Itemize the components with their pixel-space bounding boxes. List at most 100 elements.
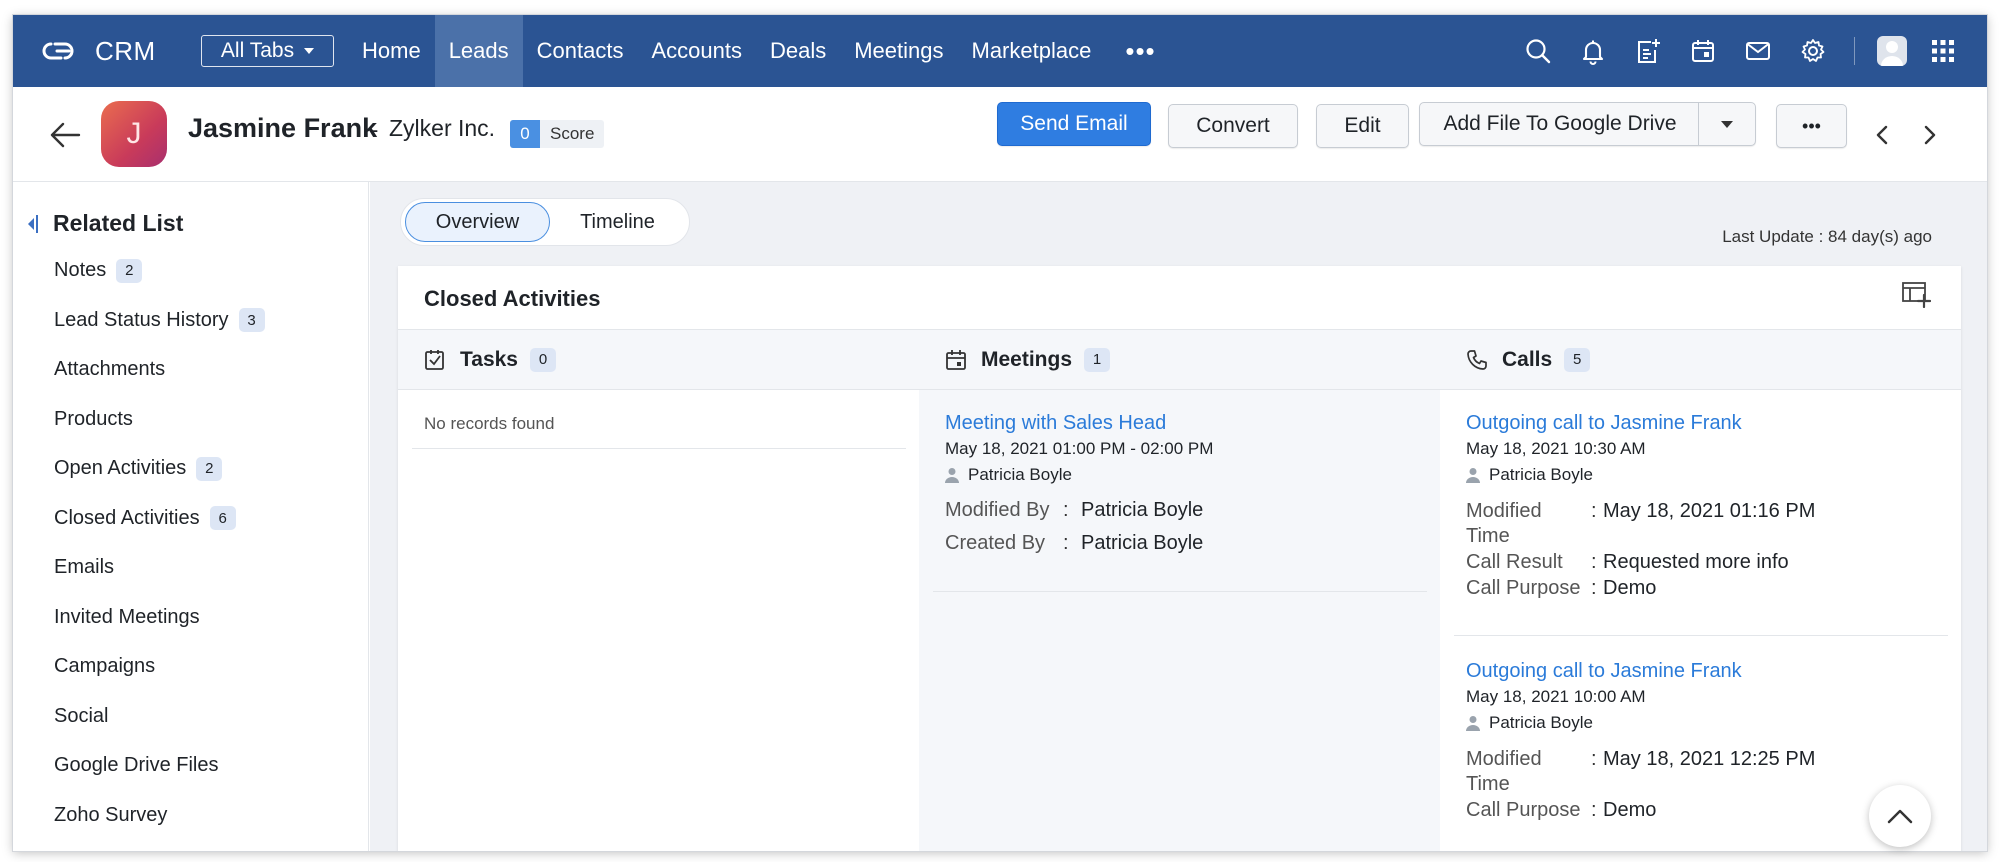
related-item-attachments[interactable]: Attachments [54, 345, 265, 395]
meeting-date: May 18, 2021 01:00 PM - 02:00 PM [945, 439, 1214, 458]
calls-header: Calls 5 [1440, 330, 1961, 390]
tasks-count-badge: 0 [530, 347, 556, 372]
nav-utility-icons [1524, 15, 1987, 87]
score-label: Score [550, 124, 595, 143]
nav-tab-deals[interactable]: Deals [756, 15, 840, 87]
calendar-icon [946, 349, 966, 370]
module-tabs: Home Leads Contacts Accounts Deals Meeti… [348, 15, 1176, 87]
calendar-icon[interactable] [1689, 37, 1717, 65]
add-activity-icon[interactable] [1901, 280, 1931, 308]
send-email-button[interactable]: Send Email [997, 102, 1151, 146]
field-label-line-1: Modified [1466, 500, 1542, 522]
field-label-line-2: Time [1466, 773, 1510, 795]
field-colon: : [1591, 500, 1597, 522]
tab-timeline[interactable]: Timeline [550, 202, 685, 242]
field-label: Call Result [1466, 551, 1563, 573]
gear-icon[interactable] [1799, 37, 1827, 65]
tab-overview[interactable]: Overview [405, 202, 550, 242]
count-badge: 3 [238, 308, 265, 333]
nav-tab-contacts[interactable]: Contacts [523, 15, 638, 87]
related-item-google-drive-files[interactable]: Google Drive Files [54, 741, 265, 791]
lead-company: Zylker Inc. [389, 115, 496, 141]
mail-icon[interactable] [1744, 37, 1772, 65]
search-icon[interactable] [1524, 37, 1552, 65]
score-badge[interactable]: 0 Score [510, 120, 605, 148]
related-item-emails[interactable]: Emails [54, 543, 265, 593]
call-date: May 18, 2021 10:00 AM [1466, 687, 1646, 706]
field-colon: : [1063, 532, 1069, 554]
all-tabs-dropdown[interactable]: All Tabs [201, 35, 334, 67]
tasks-empty-text: No records found [424, 414, 555, 433]
related-list-title: Related List [53, 210, 184, 236]
edit-button[interactable]: Edit [1316, 104, 1409, 148]
call-owner: Patricia Boyle [1466, 713, 1815, 733]
count-badge: 2 [196, 456, 223, 481]
crm-logo-icon [42, 42, 74, 60]
field-colon: : [1063, 499, 1069, 521]
bell-icon[interactable] [1579, 37, 1607, 65]
field-colon: : [1591, 577, 1597, 599]
field-value: May 18, 2021 01:16 PM [1603, 500, 1816, 522]
related-item-label: Google Drive Files [54, 754, 219, 777]
tasks-column: Tasks 0 No records found [398, 330, 919, 851]
nav-more-button[interactable]: ••• [1105, 15, 1175, 87]
meeting-modified-by-field: Modified By : Patricia Boyle [945, 499, 1213, 522]
field-colon: : [1591, 799, 1597, 821]
related-item-open-activities[interactable]: Open Activities 2 [54, 444, 265, 494]
call-item: Outgoing call to Jasmine Frank May 18, 2… [1466, 412, 1815, 601]
back-arrow-icon[interactable] [49, 121, 81, 149]
nav-tab-home[interactable]: Home [348, 15, 435, 87]
score-value: 0 [510, 120, 540, 148]
add-file-label: Add File To Google Drive [1443, 112, 1677, 135]
related-item-campaigns[interactable]: Campaigns [54, 642, 265, 692]
collapse-sidebar-icon[interactable] [25, 213, 39, 235]
more-actions-button[interactable]: ••• [1776, 104, 1847, 148]
lead-avatar[interactable]: J [101, 101, 167, 167]
closed-activities-title: Closed Activities [424, 286, 601, 311]
meetings-header: Meetings 1 [919, 330, 1440, 390]
related-item-notes[interactable]: Notes 2 [54, 246, 265, 296]
scroll-to-top-button[interactable] [1869, 785, 1931, 847]
call-title-link[interactable]: Outgoing call to Jasmine Frank [1466, 412, 1815, 435]
related-item-lead-status-history[interactable]: Lead Status History 3 [54, 296, 265, 346]
phone-icon [1467, 349, 1487, 370]
call-title-link[interactable]: Outgoing call to Jasmine Frank [1466, 660, 1815, 683]
field-label: Created By [945, 532, 1046, 554]
calls-count-badge: 5 [1564, 347, 1591, 372]
previous-record-icon[interactable] [1871, 123, 1893, 147]
related-list-sidebar: Related List Notes 2 Lead Status History 3… [13, 182, 369, 851]
call-result-field: Call Result : Requested more info [1466, 550, 1815, 575]
nav-tab-leads[interactable]: Leads [434, 15, 523, 87]
add-file-dropdown-toggle[interactable] [1698, 103, 1755, 145]
user-icon [1466, 716, 1480, 731]
field-label-line-1: Modified [1466, 748, 1542, 770]
related-item-label: Products [54, 407, 133, 430]
related-item-label: Closed Activities [54, 506, 200, 529]
related-item-zoho-survey[interactable]: Zoho Survey [54, 791, 265, 841]
apps-grid-icon[interactable] [1929, 37, 1957, 65]
related-item-invited-meetings[interactable]: Invited Meetings [54, 593, 265, 643]
field-value: Demo [1603, 577, 1657, 599]
related-item-products[interactable]: Products [54, 395, 265, 445]
field-label: Modified By [945, 499, 1050, 521]
profile-icon[interactable] [1877, 36, 1907, 66]
nav-tab-marketplace[interactable]: Marketplace [958, 15, 1106, 87]
meeting-title-link[interactable]: Meeting with Sales Head [945, 412, 1213, 435]
nav-tab-meetings[interactable]: Meetings [840, 15, 957, 87]
crm-logo[interactable]: CRM [41, 36, 186, 67]
convert-button[interactable]: Convert [1168, 104, 1298, 148]
all-tabs-label: All Tabs [220, 39, 295, 62]
nav-tab-accounts[interactable]: Accounts [637, 15, 756, 87]
meeting-created-by-field: Created By : Patricia Boyle [945, 532, 1213, 555]
add-file-google-drive-button[interactable]: Add File To Google Drive [1419, 102, 1756, 146]
related-item-social[interactable]: Social [54, 692, 265, 742]
field-label: Call Purpose [1466, 577, 1581, 599]
app-name: CRM [95, 35, 156, 66]
field-value: Demo [1603, 799, 1657, 821]
next-record-icon[interactable] [1919, 123, 1941, 147]
meeting-owner-name: Patricia Boyle [968, 465, 1072, 484]
related-item-closed-activities[interactable]: Closed Activities 6 [54, 494, 265, 544]
chevron-up-icon [1887, 809, 1913, 824]
field-label-line-2: Time [1466, 525, 1510, 547]
add-note-icon[interactable] [1634, 37, 1662, 65]
